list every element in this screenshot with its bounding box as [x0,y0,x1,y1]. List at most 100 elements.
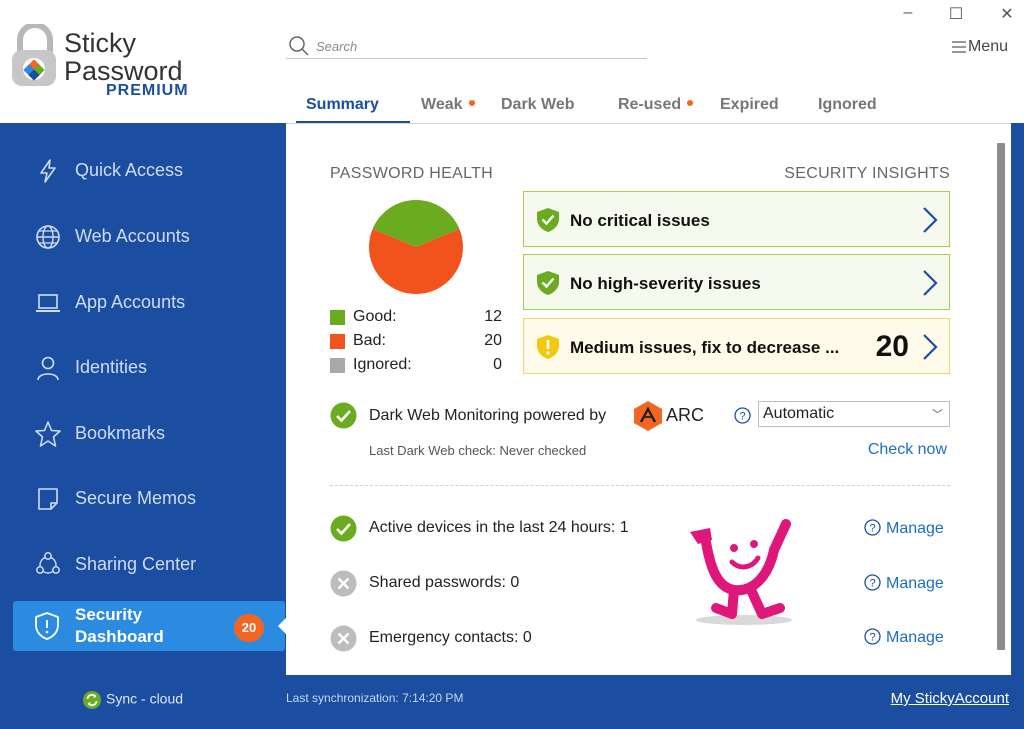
shared-passwords-text: Shared passwords: 0 [369,574,520,591]
password-health-heading: PASSWORD HEALTH [330,165,494,182]
tab-label: Summary [306,96,379,113]
dashboard-tabs: Summary Weak Dark Web Re-used Expired Ig… [286,84,1011,124]
sidebar-item-label: Quick Access [75,160,184,180]
tab-re-used[interactable]: Re-used [618,96,694,114]
insight-text: No critical issues [570,211,710,230]
globe-icon [36,225,60,249]
tab-weak[interactable]: Weak [421,96,475,114]
lock-logo-icon [12,24,56,86]
insight-text: No high-severity issues [570,274,761,293]
legend-swatch [330,310,345,325]
search-input[interactable] [316,36,636,56]
manage-label: Manage [886,629,944,646]
lightning-icon [40,159,56,183]
sidebar-item-secure-memos[interactable]: Secure Memos [0,476,286,520]
sidebar-item-quick-access[interactable]: Quick Access [0,148,286,192]
shield-check-icon [537,208,559,232]
sidebar: Quick Access Web Accounts App Accounts I… [0,123,288,729]
medium-issues-count: 20 [875,330,909,363]
section-divider [330,485,950,486]
sync-label: Sync - cloud [106,690,184,707]
security-insights-heading: SECURITY INSIGHTS [784,165,950,182]
sidebar-item-sharing-center[interactable]: Sharing Center [0,542,286,586]
sync-icon [83,691,101,709]
my-sticky-account-link[interactable]: My StickyAccount [790,690,1009,707]
x-circle-icon [330,625,357,652]
x-circle-icon [330,570,357,597]
manage-shared-link[interactable]: ? Manage [864,574,944,593]
tab-expired[interactable]: Expired [720,96,779,114]
sidebar-item-app-accounts[interactable]: App Accounts [0,280,286,324]
sidebar-item-identities[interactable]: Identities [0,345,286,389]
insight-high-severity[interactable]: No high-severity issues [523,254,950,310]
last-dark-web-check: Last Dark Web check: Never checked [369,443,587,458]
sidebar-item-web-accounts[interactable]: Web Accounts [0,214,286,258]
tab-label: Ignored [818,96,877,113]
tab-label: Weak [421,96,463,113]
help-icon: ? [864,519,881,536]
chevron-right-icon [923,334,938,360]
check-circle-icon [330,402,357,429]
check-now-link[interactable]: Check now [760,441,947,459]
close-button[interactable]: ✕ [996,4,1018,23]
insight-text: Medium issues, fix to decrease ... [570,338,840,357]
sidebar-item-label: Secure Memos [75,488,197,508]
logo-text-password: Password [64,56,183,86]
menu-label: Menu [967,38,1008,55]
search-icon [289,36,309,56]
sidebar-item-label: Identities [75,357,148,377]
manage-devices-link[interactable]: ? Manage [864,519,944,538]
menu-button[interactable]: Menu [951,38,1008,56]
legend-swatch [330,334,345,349]
legend-value: 0 [493,356,502,373]
sidebar-item-label: Sharing Center [75,554,197,574]
help-icon[interactable]: ? [734,407,751,424]
legend-label: Ignored: [353,356,412,373]
manage-emergency-link[interactable]: ? Manage [864,628,944,647]
check-circle-icon [330,515,357,542]
legend-swatch [330,358,345,373]
legend-label: Bad: [353,332,386,349]
select-value: Automatic [763,405,835,422]
search-box[interactable] [286,33,647,59]
sidebar-item-label: Web Accounts [75,226,190,246]
svg-text:?: ? [869,523,875,535]
shield-warning-icon [537,335,559,359]
sticky-password-logo: Sticky Password PREMIUM [10,24,200,104]
sidebar-item-label: Security Dashboard [75,605,164,646]
logo-text-sticky: Sticky [64,28,137,58]
sync-status[interactable]: Sync - cloud [82,690,183,710]
monitoring-mode-select[interactable]: Automatic ﹀ [758,401,950,427]
active-devices-text: Active devices in the last 24 hours: 1 [369,519,629,536]
tab-label: Dark Web [501,96,575,113]
legend-row-bad: Bad: 20 [330,332,505,356]
insight-critical[interactable]: No critical issues [523,191,950,247]
arc-logo-icon [634,401,662,431]
chevron-right-icon [923,207,938,233]
sidebar-item-security-dashboard[interactable]: Security Dashboard 20 [13,601,285,651]
chevron-right-icon [923,270,938,296]
manage-label: Manage [886,575,944,592]
legend-row-ignored: Ignored: 0 [330,356,505,380]
share-icon [36,552,60,574]
laptop-icon [36,294,60,312]
panel-scrollbar[interactable] [997,143,1005,650]
sidebar-item-label: Bookmarks [75,423,166,443]
help-icon: ? [864,574,881,591]
tab-ignored[interactable]: Ignored [818,96,877,114]
tab-summary[interactable]: Summary [306,96,379,114]
tab-dark-web[interactable]: Dark Web [501,96,575,114]
legend-value: 12 [484,308,502,325]
maximize-button[interactable]: ☐ [945,4,967,23]
sidebar-item-bookmarks[interactable]: Bookmarks [0,411,286,455]
active-tab-indicator [296,121,410,123]
shield-icon [35,612,59,640]
sidebar-item-label: App Accounts [75,292,186,312]
insight-medium[interactable]: Medium issues, fix to decrease ... 20 [523,318,950,374]
tab-label: Re-used [618,96,682,113]
svg-text:?: ? [739,411,745,423]
hamburger-icon [951,41,966,53]
memo-icon [38,488,58,510]
happy-mascot-illustration [690,519,792,625]
minimize-button[interactable]: – [897,4,919,22]
